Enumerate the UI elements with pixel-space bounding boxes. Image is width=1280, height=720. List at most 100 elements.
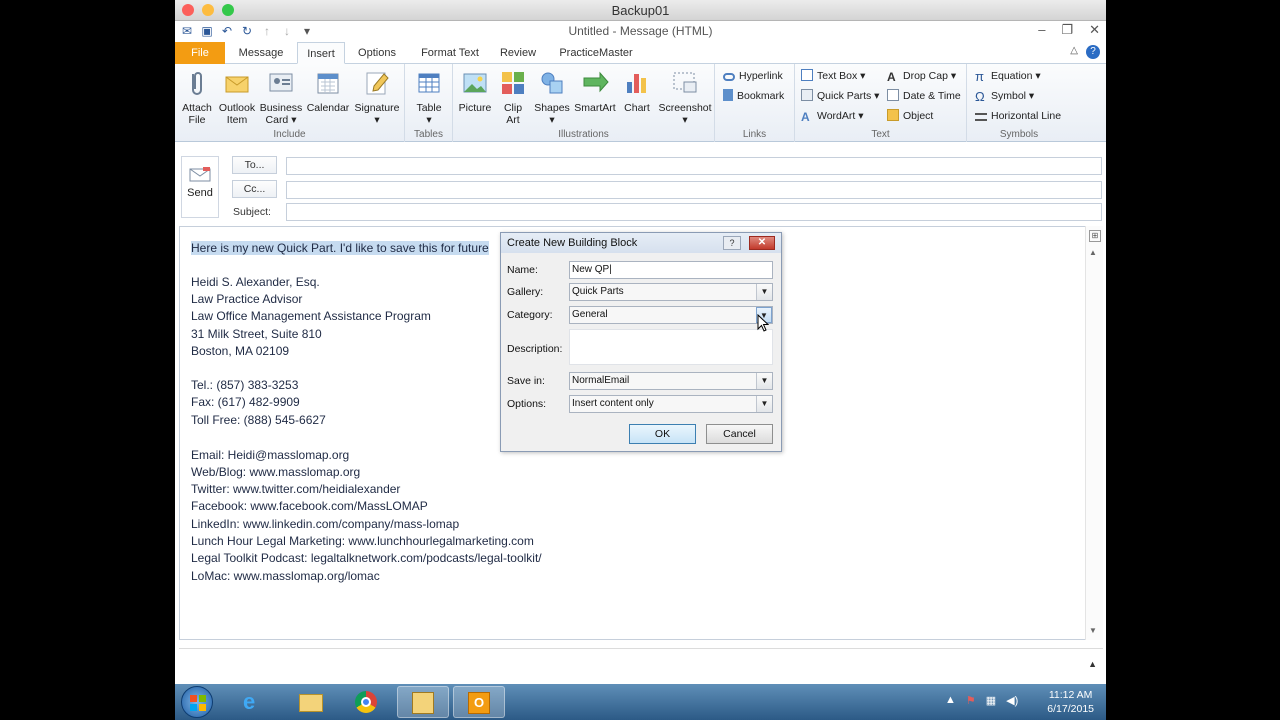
group-label-include: Include bbox=[273, 129, 306, 140]
chart-icon bbox=[627, 74, 646, 93]
minimize-ribbon-icon[interactable]: △ bbox=[1070, 45, 1078, 59]
tab-review[interactable]: Review bbox=[495, 42, 541, 64]
tray-icons: ▲ ⚑ ▦ ◀) bbox=[945, 694, 1018, 707]
horizontal-line-button[interactable]: Horizontal Line bbox=[975, 108, 1061, 124]
taskbar-clock[interactable]: 11:12 AM 6/17/2015 bbox=[1047, 688, 1094, 716]
shapes-button[interactable]: Shapes ▾ bbox=[533, 68, 571, 126]
dialog-help-button[interactable]: ? bbox=[723, 236, 741, 250]
attach-file-button[interactable]: Attach File bbox=[179, 68, 215, 126]
group-illustrations: Picture Clip Art Shapes ▾ SmartArt Chart S… bbox=[453, 64, 715, 142]
options-label: Options: bbox=[507, 398, 547, 410]
body-line: Toll Free: (888) 545-6627 bbox=[191, 413, 326, 427]
to-field[interactable] bbox=[286, 157, 1102, 175]
business-card-button[interactable]: Business Card ▾ bbox=[259, 68, 303, 126]
expand-people-pane-icon[interactable]: ▲ bbox=[1088, 659, 1097, 669]
ok-button[interactable]: OK bbox=[629, 424, 696, 444]
outlook-item-button[interactable]: Outlook Item bbox=[217, 68, 257, 126]
close-icon[interactable]: ✕ bbox=[1089, 22, 1100, 38]
group-label-text: Text bbox=[871, 129, 890, 140]
minimize-icon[interactable]: – bbox=[1038, 22, 1045, 38]
screenshot-button[interactable]: Screenshot ▾ bbox=[657, 68, 713, 126]
tray-flag-icon[interactable]: ⚑ bbox=[966, 694, 976, 707]
symbol-button[interactable]: Ω Symbol ▾ bbox=[975, 88, 1034, 104]
taskbar-chrome[interactable] bbox=[341, 686, 393, 718]
shapes-icon bbox=[541, 72, 563, 94]
group-label-tables: Tables bbox=[414, 129, 443, 140]
tab-options[interactable]: Options bbox=[351, 42, 403, 64]
date-time-button[interactable]: Date & Time bbox=[887, 88, 961, 104]
drop-cap-button[interactable]: A Drop Cap ▾ bbox=[887, 68, 956, 84]
signature-button[interactable]: Signature ▾ bbox=[353, 68, 401, 126]
chart-button[interactable]: Chart bbox=[619, 68, 655, 114]
hyperlink-button[interactable]: Hyperlink bbox=[723, 68, 783, 84]
group-label-links: Links bbox=[742, 129, 767, 140]
horizontal-line-icon bbox=[975, 113, 987, 121]
mouse-cursor-icon bbox=[757, 314, 769, 332]
calendar-button[interactable]: Calendar bbox=[305, 68, 351, 114]
description-input[interactable] bbox=[569, 329, 773, 365]
quick-parts-button[interactable]: Quick Parts ▾ bbox=[801, 88, 879, 104]
wordart-button[interactable]: A WordArt ▾ bbox=[801, 108, 864, 124]
gallery-select[interactable]: Quick Parts ▼ bbox=[569, 283, 773, 301]
drop-cap-icon: A bbox=[887, 70, 896, 84]
paperclip-icon bbox=[192, 72, 202, 95]
smartart-icon bbox=[583, 71, 609, 93]
tab-file[interactable]: File bbox=[175, 42, 225, 64]
subject-field[interactable] bbox=[286, 203, 1102, 221]
body-line: LoMac: www.masslomap.org/lomac bbox=[191, 569, 380, 583]
ruler-toggle-icon[interactable]: ⊞ bbox=[1089, 230, 1101, 242]
cancel-button[interactable]: Cancel bbox=[706, 424, 773, 444]
text-box-button[interactable]: Text Box ▾ bbox=[801, 68, 865, 84]
to-button[interactable]: To... bbox=[232, 156, 277, 174]
group-tables: Table ▾ Tables bbox=[405, 64, 453, 142]
chevron-down-icon[interactable]: ▼ bbox=[756, 396, 772, 412]
tray-expand-icon[interactable]: ▲ bbox=[945, 694, 956, 707]
message-window-title: Untitled - Message (HTML) bbox=[568, 24, 713, 38]
chevron-down-icon[interactable]: ▼ bbox=[756, 373, 772, 389]
tray-network-icon[interactable]: ▦ bbox=[986, 694, 996, 707]
tab-practicemaster[interactable]: PracticeMaster bbox=[551, 42, 641, 64]
body-scrollbar[interactable]: ⊞ ▲ ▼ bbox=[1085, 226, 1103, 640]
cc-button[interactable]: Cc... bbox=[232, 180, 277, 198]
mac-window-title: Backup01 bbox=[611, 3, 670, 18]
subject-label: Subject: bbox=[233, 206, 271, 218]
tab-message[interactable]: Message bbox=[229, 42, 293, 64]
help-icon[interactable]: ? bbox=[1086, 45, 1100, 59]
restore-icon[interactable]: ❐ bbox=[1061, 22, 1073, 38]
taskbar-notes[interactable] bbox=[397, 686, 449, 718]
start-button[interactable] bbox=[181, 686, 213, 718]
dialog-close-button[interactable]: ✕ bbox=[749, 236, 775, 250]
send-button[interactable]: Send bbox=[181, 156, 219, 218]
body-line: Fax: (617) 482-9909 bbox=[191, 395, 300, 409]
table-button[interactable]: Table ▾ bbox=[411, 68, 447, 126]
picture-button[interactable]: Picture bbox=[455, 68, 495, 114]
tab-format-text[interactable]: Format Text bbox=[415, 42, 485, 64]
tray-volume-icon[interactable]: ◀) bbox=[1006, 694, 1018, 707]
tab-insert[interactable]: Insert bbox=[297, 42, 345, 64]
scroll-up-icon[interactable]: ▲ bbox=[1089, 248, 1097, 257]
object-button[interactable]: Object bbox=[887, 108, 933, 124]
category-select[interactable]: General ▼ bbox=[569, 306, 773, 324]
taskbar-outlook[interactable]: O bbox=[453, 686, 505, 718]
help-icons: △ ? bbox=[1070, 45, 1100, 59]
taskbar-explorer[interactable] bbox=[285, 686, 337, 718]
hyperlink-icon bbox=[723, 73, 735, 81]
smartart-button[interactable]: SmartArt bbox=[573, 68, 617, 114]
scroll-down-icon[interactable]: ▼ bbox=[1089, 626, 1097, 635]
clip-art-button[interactable]: Clip Art bbox=[497, 68, 529, 126]
body-line: Web/Blog: www.masslomap.org bbox=[191, 465, 361, 479]
save-in-label: Save in: bbox=[507, 375, 545, 387]
save-in-select[interactable]: NormalEmail ▼ bbox=[569, 372, 773, 390]
taskbar-ie[interactable]: e bbox=[229, 686, 281, 718]
body-line: Tel.: (857) 383-3253 bbox=[191, 378, 299, 392]
cc-field[interactable] bbox=[286, 181, 1102, 199]
notes-icon bbox=[412, 692, 434, 714]
bookmark-button[interactable]: Bookmark bbox=[723, 88, 784, 104]
equation-button[interactable]: π Equation ▾ bbox=[975, 68, 1041, 84]
options-select[interactable]: Insert content only ▼ bbox=[569, 395, 773, 413]
outlook-taskbar-icon: O bbox=[468, 692, 490, 714]
name-input[interactable]: New QP| bbox=[569, 261, 773, 279]
body-line: 31 Milk Street, Suite 810 bbox=[191, 327, 322, 341]
group-label-illustrations: Illustrations bbox=[558, 129, 609, 140]
chevron-down-icon[interactable]: ▼ bbox=[756, 284, 772, 300]
